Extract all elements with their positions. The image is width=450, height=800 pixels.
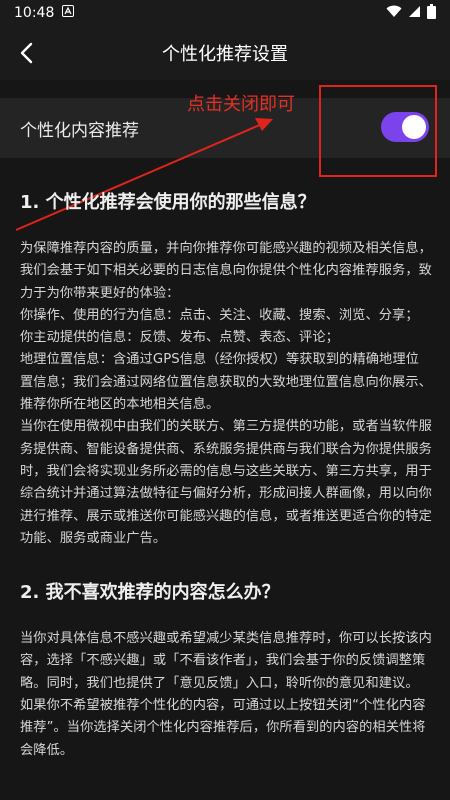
status-time: 10:48 <box>14 5 55 21</box>
status-right <box>386 3 436 23</box>
section-1-paragraph: 当你在使用微视中由我们的关联方、第三方提供的功能，或者当软件服务提供商、智能设备… <box>20 419 432 546</box>
cellular-signal-icon <box>408 5 421 22</box>
section-heading-2: 2. 我不喜欢推荐的内容怎么办？ <box>20 582 280 604</box>
app-bar: 个性化推荐设置 <box>0 26 450 80</box>
info-content: 1. 个性化推荐会使用你的那些信息？ 为保障推荐内容的质量，并向你推荐你可能感兴… <box>20 190 432 762</box>
wifi-icon <box>386 5 402 22</box>
back-arrow-icon <box>20 42 33 64</box>
status-bar: 10:48 <box>0 0 450 26</box>
section-1-paragraph: 你主动提供的信息：反馈、发布、点赞、表态、评论； <box>20 330 339 346</box>
section-1-paragraph: 为保障推荐内容的质量，并向你推荐你可能感兴趣的视频及相关信息，我们会基于如下相关… <box>20 241 432 301</box>
status-left: 10:48 <box>14 5 75 21</box>
battery-icon <box>427 3 436 23</box>
setting-label: 个性化内容推荐 <box>20 120 139 141</box>
annotation-text: 点击关闭即可 <box>187 94 295 115</box>
section-heading-1: 1. 个性化推荐会使用你的那些信息？ <box>20 192 316 213</box>
section-1-paragraph: 你操作、使用的行为信息：点击、关注、收藏、搜索、浏览、分享； <box>20 307 419 323</box>
notification-a-icon <box>62 5 75 21</box>
section-1-paragraph: 地理位置信息：含通过GPS信息（经你授权）等获取到的精确地理位置信息；我们会通过… <box>20 352 432 413</box>
annotation-highlight-box <box>319 85 437 177</box>
back-button[interactable] <box>8 34 44 72</box>
section-2-paragraph: 如果你不希望被推荐个性化的内容，可通过以上按钮关闭“个性化内容推荐”。当你选择关… <box>20 698 426 758</box>
page-title: 个性化推荐设置 <box>162 44 288 65</box>
section-2-paragraph: 当你对具体信息不感兴趣或希望减少某类信息推荐时，你可以长按该内容，选择「不感兴趣… <box>20 631 432 691</box>
